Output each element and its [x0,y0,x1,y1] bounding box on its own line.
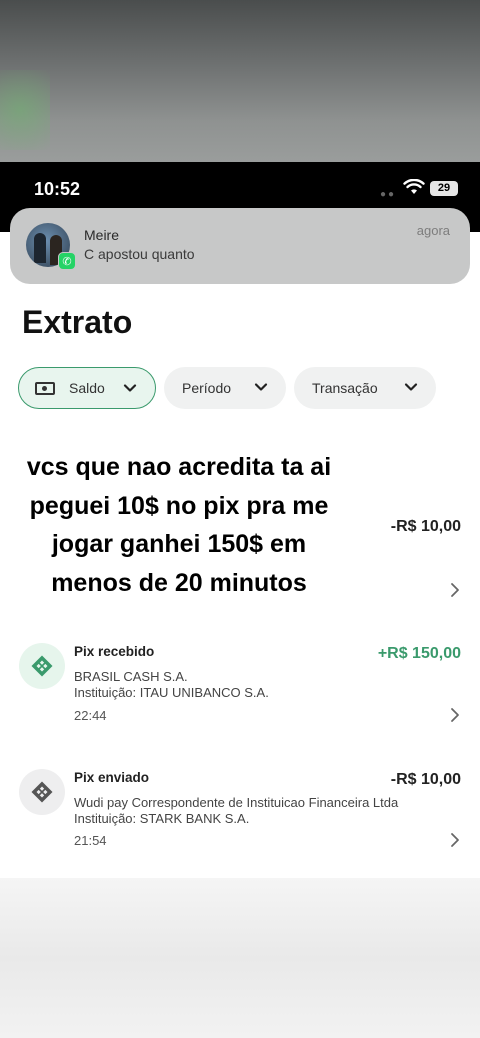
transaction-amount: +R$ 150,00 [377,645,461,662]
filter-saldo-label: Saldo [69,380,105,396]
battery-icon: 29 [430,181,458,196]
chevron-down-icon [254,383,268,391]
pix-icon [19,643,65,689]
transaction-name: BRASIL CASH S.A. [74,669,188,684]
filter-transacao-label: Transação [312,380,378,396]
transaction-type: Pix enviado [74,770,150,785]
chevron-right-icon [451,583,459,597]
chevron-down-icon [123,384,137,392]
filter-saldo[interactable]: Saldo [18,367,156,409]
transaction-type: Pix recebido [74,644,155,659]
page-title: Extrato [22,304,133,340]
filter-periodo[interactable]: Período [164,367,286,409]
pix-icon [19,769,65,815]
signal-icon: ●● [380,189,397,200]
video-caption: vcs que nao acredita ta ai peguei 10$ no… [26,453,332,597]
transaction-institution: Instituição: STARK BANK S.A. [74,811,250,826]
transaction-amount: -R$ 10,00 [390,771,461,788]
blurred-bottom-area [0,878,480,1038]
whatsapp-icon: ✆ [58,252,76,270]
notification-banner[interactable]: ✆ Meire C apostou quanto agora [10,208,470,284]
chevron-down-icon [404,383,418,391]
filter-periodo-label: Período [182,380,232,396]
transaction-name: Wudi pay Correspondente de Instituicao F… [74,795,399,810]
notification-time: agora [416,223,450,238]
notification-sender: Meire [84,227,120,243]
chevron-right-icon [451,708,459,722]
filter-transacao[interactable]: Transação [294,367,436,409]
chevron-right-icon [451,833,459,847]
blurred-top-area [0,0,480,162]
notification-message: C apostou quanto [84,246,195,262]
wifi-icon [403,179,425,194]
money-icon [35,381,55,395]
transaction-time: 21:54 [74,833,107,848]
transaction-amount: -R$ 10,00 [390,518,461,535]
status-time: 10:52 [34,179,81,199]
transaction-time: 22:44 [74,708,107,723]
transaction-institution: Instituição: ITAU UNIBANCO S.A. [74,685,269,700]
